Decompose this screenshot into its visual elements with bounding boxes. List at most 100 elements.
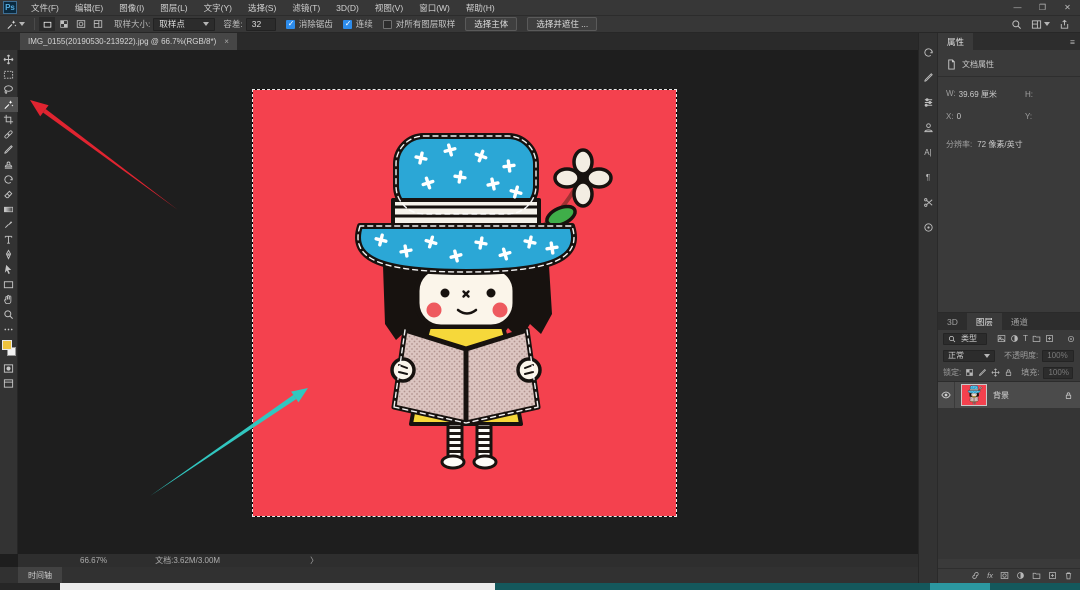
filter-image-icon[interactable] bbox=[997, 334, 1006, 343]
tool-hand[interactable] bbox=[0, 292, 18, 307]
adjustments-panel-button[interactable] bbox=[923, 95, 934, 109]
tool-eyedropper[interactable] bbox=[0, 217, 18, 232]
tool-pen[interactable] bbox=[0, 247, 18, 262]
share-icon[interactable] bbox=[1059, 19, 1070, 30]
history-panel-button[interactable] bbox=[923, 45, 934, 59]
lock-pixels-icon[interactable] bbox=[978, 368, 987, 377]
lock-position-icon[interactable] bbox=[991, 368, 1000, 377]
adjustment-layer-button[interactable] bbox=[1016, 571, 1025, 580]
tool-clone-stamp[interactable] bbox=[0, 157, 18, 172]
tool-shape[interactable] bbox=[0, 277, 18, 292]
menu-select[interactable]: 选择(S) bbox=[240, 2, 284, 14]
filter-adjustment-icon[interactable] bbox=[1010, 334, 1019, 343]
filter-type-icon[interactable]: T bbox=[1023, 334, 1028, 343]
tool-marquee[interactable] bbox=[0, 67, 18, 82]
fill-field[interactable]: 100% bbox=[1043, 367, 1073, 379]
restore-button[interactable]: ❐ bbox=[1030, 3, 1055, 12]
zoom-level[interactable]: 66.67% bbox=[80, 556, 107, 565]
sample-all-layers-option[interactable]: 对所有图层取样 bbox=[383, 18, 456, 30]
close-document-icon[interactable]: × bbox=[224, 37, 229, 46]
search-icon[interactable] bbox=[1011, 19, 1022, 30]
document-tab[interactable]: IMG_0155(20190530-213922).jpg @ 66.7%(RG… bbox=[20, 33, 237, 50]
screen-mode-button[interactable] bbox=[0, 376, 18, 391]
intersect-selection-mode-button[interactable] bbox=[90, 17, 106, 31]
document-canvas[interactable] bbox=[253, 90, 676, 516]
edit-toolbar-button[interactable] bbox=[0, 322, 18, 337]
new-selection-mode-button[interactable] bbox=[39, 17, 55, 31]
tool-gradient[interactable] bbox=[0, 202, 18, 217]
lock-transparency-icon[interactable] bbox=[965, 368, 974, 377]
filter-group-icon[interactable] bbox=[1032, 334, 1041, 343]
minimize-button[interactable]: — bbox=[1005, 3, 1030, 12]
tool-path-select[interactable] bbox=[0, 262, 18, 277]
current-tool-preset[interactable] bbox=[0, 19, 30, 30]
layer-thumbnail[interactable] bbox=[961, 384, 987, 406]
subtract-selection-mode-button[interactable] bbox=[73, 17, 89, 31]
tool-move[interactable] bbox=[0, 52, 18, 67]
tab-layers[interactable]: 图层 bbox=[967, 313, 1002, 330]
tool-spot-healing[interactable] bbox=[0, 127, 18, 142]
contiguous-option[interactable]: 连续 bbox=[343, 18, 373, 30]
width-field[interactable]: W: 39.69 厘米 bbox=[946, 89, 1008, 100]
link-layers-button[interactable] bbox=[971, 571, 980, 580]
menu-layer[interactable]: 图层(L) bbox=[152, 2, 195, 14]
character-panel-button[interactable]: A| bbox=[924, 145, 931, 159]
foreground-color-swatch[interactable] bbox=[2, 340, 12, 350]
tolerance-input[interactable]: 32 bbox=[246, 18, 276, 31]
menu-file[interactable]: 文件(F) bbox=[23, 2, 67, 14]
tab-3d[interactable]: 3D bbox=[938, 313, 967, 330]
tool-type[interactable] bbox=[0, 232, 18, 247]
filter-toggle-icon[interactable] bbox=[1067, 335, 1075, 343]
lock-all-icon[interactable] bbox=[1004, 368, 1013, 377]
quick-mask-button[interactable] bbox=[0, 361, 18, 376]
paragraph-panel-button[interactable]: ¶ bbox=[926, 170, 930, 184]
add-to-selection-mode-button[interactable] bbox=[56, 17, 72, 31]
libraries-panel-button[interactable] bbox=[923, 120, 934, 134]
tool-crop[interactable] bbox=[0, 112, 18, 127]
layer-filter-dropdown[interactable]: 类型 bbox=[943, 333, 987, 345]
status-chevron[interactable]: 〉 bbox=[310, 555, 318, 566]
tool-history-brush[interactable] bbox=[0, 172, 18, 187]
filter-smart-object-icon[interactable] bbox=[1045, 334, 1054, 343]
new-layer-button[interactable] bbox=[1048, 571, 1057, 580]
tool-zoom[interactable] bbox=[0, 307, 18, 322]
menu-edit[interactable]: 编辑(E) bbox=[67, 2, 111, 14]
select-subject-button[interactable]: 选择主体 bbox=[465, 17, 517, 31]
close-button[interactable]: ✕ bbox=[1055, 3, 1080, 12]
panel-menu-icon[interactable]: ≡ bbox=[1065, 33, 1080, 50]
layer-row-background[interactable]: 背景 bbox=[938, 382, 1080, 408]
menu-help[interactable]: 帮助(H) bbox=[458, 2, 503, 14]
opacity-field[interactable]: 100% bbox=[1042, 350, 1074, 362]
select-and-mask-button[interactable]: 选择并遮住 ... bbox=[527, 17, 597, 31]
brush-settings-panel-button[interactable] bbox=[923, 70, 934, 84]
tab-properties[interactable]: 属性 bbox=[938, 33, 973, 50]
menu-image[interactable]: 图像(I) bbox=[111, 2, 152, 14]
y-field[interactable]: Y: bbox=[1025, 112, 1032, 121]
layer-effects-button[interactable]: fx bbox=[987, 571, 993, 580]
menu-view[interactable]: 视图(V) bbox=[367, 2, 411, 14]
menu-type[interactable]: 文字(Y) bbox=[196, 2, 240, 14]
contiguous-checkbox[interactable] bbox=[343, 20, 352, 29]
new-group-button[interactable] bbox=[1032, 571, 1041, 580]
tool-eraser[interactable] bbox=[0, 187, 18, 202]
menu-window[interactable]: 窗口(W) bbox=[411, 2, 458, 14]
sample-all-layers-checkbox[interactable] bbox=[383, 20, 392, 29]
tab-channels[interactable]: 通道 bbox=[1002, 313, 1037, 330]
delete-layer-button[interactable] bbox=[1064, 571, 1073, 580]
anti-alias-checkbox[interactable] bbox=[286, 20, 295, 29]
tool-presets-panel-button[interactable] bbox=[923, 195, 934, 209]
blend-mode-dropdown[interactable]: 正常 bbox=[943, 350, 995, 362]
menu-filter[interactable]: 滤镜(T) bbox=[284, 2, 328, 14]
anti-alias-option[interactable]: 消除锯齿 bbox=[286, 18, 333, 30]
clone-source-panel-button[interactable] bbox=[923, 220, 934, 234]
tool-magic-wand[interactable] bbox=[0, 97, 18, 112]
tool-lasso[interactable] bbox=[0, 82, 18, 97]
height-field[interactable]: H: bbox=[1025, 90, 1033, 99]
tab-timeline[interactable]: 时间轴 bbox=[18, 567, 62, 583]
menu-3d[interactable]: 3D(D) bbox=[328, 3, 367, 13]
layer-visibility-toggle[interactable] bbox=[938, 382, 955, 408]
add-mask-button[interactable] bbox=[1000, 571, 1009, 580]
tool-brush[interactable] bbox=[0, 142, 18, 157]
x-field[interactable]: X: 0 bbox=[946, 112, 1008, 121]
workspace-switcher[interactable] bbox=[1031, 19, 1050, 30]
